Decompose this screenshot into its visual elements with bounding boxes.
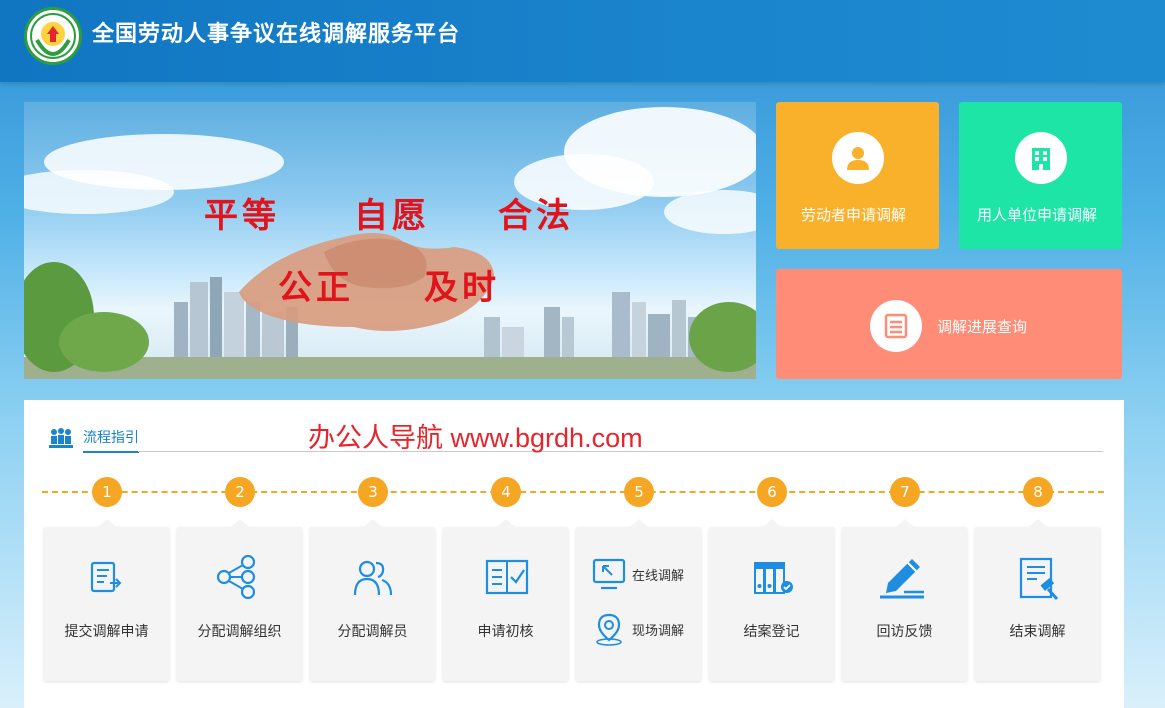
online-mediation-label: 在线调解 [632,569,685,584]
onsite-mediation-label: 现场调解 [632,624,685,639]
step-card-submit[interactable]: 提交调解申请 [44,519,169,681]
step-number-7: 7 [890,477,920,507]
step-card-assign-mediator[interactable]: 分配调解员 [310,519,435,681]
step-card-initial-review[interactable]: 申请初核 [443,519,568,681]
slogan-equality: 平等 [204,196,280,236]
gavel-document-icon [1019,557,1059,601]
binders-icon [754,562,793,594]
location-pin-icon [596,613,622,646]
step-timeline [42,491,1104,493]
step-card-end[interactable]: 结束调解 [975,519,1100,681]
step-card-assign-org[interactable]: 分配调解组织 [177,519,302,681]
network-icon [216,555,256,599]
step-card-follow-up[interactable]: 回访反馈 [842,519,967,681]
step-number-6: 6 [757,477,787,507]
submit-form-icon [90,561,122,593]
slogan-timely: 及时 [424,268,500,308]
employer-apply-button[interactable]: 用人单位申请调解 [959,102,1122,249]
pen-icon [880,559,924,599]
hero-banner: 平等 自愿 合法 公正 及时 [24,102,756,379]
city-handshake-illustration [24,107,756,379]
step-card-mediation[interactable]: 在线调解 现场调解 [576,519,701,681]
person-icon [832,132,884,184]
step-label-1: 提交调解申请 [64,624,149,640]
step-number-8: 8 [1023,477,1053,507]
worker-apply-button[interactable]: 劳动者申请调解 [776,102,939,249]
checklist-icon [485,559,529,595]
top-header: 全国劳动人事争议在线调解服务平台 [0,0,1165,82]
step-label-2: 分配调解组织 [197,624,282,640]
progress-query-button[interactable]: 调解进展查询 [776,269,1122,379]
document-icon [870,300,922,352]
progress-query-label: 调解进展查询 [937,318,1028,336]
building-icon [1015,132,1067,184]
step-label-6: 结案登记 [743,624,800,640]
step-label-8: 结束调解 [1009,624,1066,640]
emblem-icon[interactable] [24,7,82,65]
process-guide-tab[interactable]: 流程指引 [83,427,139,453]
employer-apply-label: 用人单位申请调解 [977,206,1098,224]
slogan-voluntary: 自愿 [354,196,430,236]
slogan-lawful: 合法 [498,196,574,236]
group-people-icon [49,428,73,448]
step-number-3: 3 [358,477,388,507]
people-icon [353,560,393,596]
process-guide-panel: 流程指引 办公人导航 www.bgrdh.com 1 2 3 4 5 6 7 8… [24,400,1124,708]
step-label-3: 分配调解员 [337,624,408,640]
step-number-4: 4 [491,477,521,507]
step-number-2: 2 [225,477,255,507]
worker-apply-label: 劳动者申请调解 [801,206,907,224]
slogan-fair: 公正 [278,268,354,308]
step-label-7: 回访反馈 [876,624,933,640]
step-label-4: 申请初核 [477,624,534,640]
watermark-text: 办公人导航 www.bgrdh.com [308,423,643,453]
step-card-case-closing[interactable]: 结案登记 [709,519,834,681]
step-number-5: 5 [624,477,654,507]
step-number-1: 1 [92,477,122,507]
site-title[interactable]: 全国劳动人事争议在线调解服务平台 [92,16,460,48]
online-screen-icon [592,558,626,590]
